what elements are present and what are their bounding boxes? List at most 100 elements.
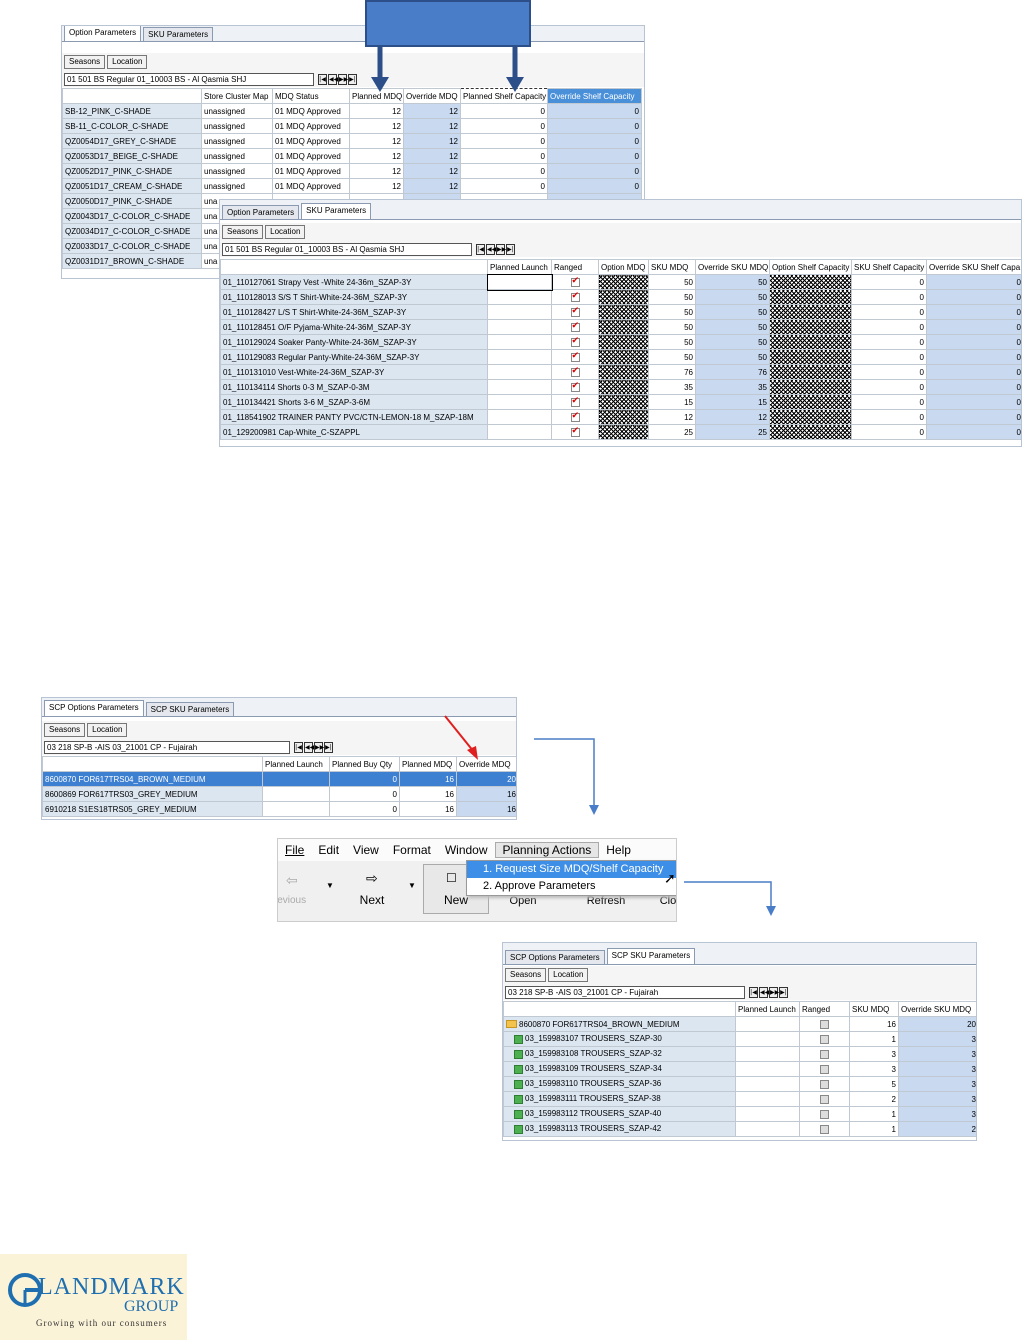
planned-launch-cell[interactable]	[486, 273, 553, 291]
ranged-cell[interactable]	[551, 304, 599, 320]
override-sku-mdq-cell[interactable]: 50	[695, 274, 770, 290]
override-sku-shelf-capacity-cell[interactable]: 0	[926, 349, 1021, 365]
ranged-cell[interactable]	[551, 364, 599, 380]
table-row[interactable]: 03_159983107 TROUSERS_SZAP-30 1 3	[503, 1031, 976, 1047]
col-header[interactable]: Ranged	[551, 259, 599, 275]
override-sku-shelf-capacity-cell[interactable]: 0	[926, 424, 1021, 440]
override-sku-mdq-cell[interactable]: 2	[898, 1121, 976, 1137]
planned-launch-cell[interactable]	[735, 1121, 800, 1137]
ranged-cell[interactable]	[799, 1121, 850, 1137]
col-header[interactable]: Ranged	[799, 1001, 850, 1017]
table-row[interactable]: QZ0054D17_GREY_C-SHADE unassigned 01 MDQ A…	[62, 133, 642, 149]
chevron-down-icon[interactable]: ▼	[326, 881, 334, 890]
store-cluster-cell[interactable]: unassigned	[201, 118, 273, 134]
ranged-cell[interactable]	[799, 1046, 850, 1062]
tab-sku-parameters[interactable]: SKU Parameters	[143, 27, 214, 41]
override-sku-mdq-cell[interactable]: 20	[898, 1016, 976, 1032]
table-row[interactable]: 01_110128451 O/F Pyjama-White-24-36M_SZA…	[220, 319, 1021, 335]
override-sku-mdq-cell[interactable]: 35	[695, 379, 770, 395]
planned-launch-cell[interactable]	[487, 379, 552, 395]
location-button[interactable]: Location	[265, 225, 306, 239]
open-button[interactable]: Open	[493, 895, 553, 907]
table-row[interactable]: 01_110128013 S/S T Shirt-White-24-36M_SZ…	[220, 289, 1021, 305]
override-sku-shelf-capacity-cell[interactable]: 0	[926, 304, 1021, 320]
override-sku-mdq-cell[interactable]: 3	[898, 1106, 976, 1122]
override-mdq-cell[interactable]: 16	[456, 786, 516, 802]
override-mdq-cell[interactable]: 20	[456, 771, 516, 787]
col-header[interactable]: MDQ Status	[272, 88, 350, 104]
table-row[interactable]: 01_110127061 Strapy Vest -White 24-36m_S…	[220, 273, 1021, 291]
tab-scp-sku-parameters[interactable]: SCP SKU Parameters	[606, 948, 696, 964]
planned-launch-cell[interactable]	[735, 1016, 800, 1032]
planned-launch-cell[interactable]	[735, 1046, 800, 1062]
store-cluster-cell[interactable]: unassigned	[201, 163, 273, 179]
refresh-button[interactable]: Refresh	[576, 895, 636, 907]
tab-option-parameters[interactable]: Option Parameters	[64, 26, 142, 41]
prev-icon[interactable]: ◀◀	[328, 73, 338, 85]
menu-window[interactable]: Window	[438, 843, 495, 857]
ranged-checkbox[interactable]	[820, 1049, 829, 1059]
planned-launch-cell[interactable]	[487, 409, 552, 425]
mdq-status-cell[interactable]: 01 MDQ Approved	[272, 118, 350, 134]
ranged-checkbox[interactable]	[570, 381, 580, 392]
table-row[interactable]: 01_110131010 Vest-White-24-36M_SZAP-3Y 76…	[220, 364, 1021, 380]
location-selector[interactable]: 01 501 BS Regular 01_10003 BS - Al Qasmi…	[64, 72, 314, 86]
col-header[interactable]: Override SKU Shelf Capa	[926, 259, 1021, 275]
override-sku-shelf-capacity-cell[interactable]: 0	[926, 289, 1021, 305]
ranged-cell[interactable]	[799, 1031, 850, 1047]
override-sku-mdq-cell[interactable]: 76	[695, 364, 770, 380]
ranged-checkbox[interactable]	[820, 1034, 829, 1044]
tab-sku-parameters[interactable]: SKU Parameters	[301, 203, 372, 219]
override-sku-mdq-cell[interactable]: 12	[695, 409, 770, 425]
ranged-cell[interactable]	[551, 424, 599, 440]
folder-icon[interactable]	[506, 1020, 517, 1029]
ranged-checkbox[interactable]	[570, 306, 580, 317]
ranged-checkbox[interactable]	[570, 276, 580, 287]
ranged-checkbox[interactable]	[820, 1079, 829, 1089]
planned-launch-cell[interactable]	[735, 1076, 800, 1092]
mdq-status-cell[interactable]: 01 MDQ Approved	[272, 103, 350, 119]
ranged-cell[interactable]	[799, 1016, 850, 1032]
ranged-checkbox[interactable]	[570, 396, 580, 407]
ranged-checkbox[interactable]	[570, 336, 580, 347]
table-row[interactable]: 01_129200981 Cap-White_C-SZAPPL 2525 00	[220, 424, 1021, 440]
last-icon[interactable]: ▶|	[348, 73, 357, 85]
override-sku-shelf-capacity-cell[interactable]: 0	[926, 274, 1021, 290]
col-header[interactable]: Planned Launch	[262, 756, 330, 772]
ranged-cell[interactable]	[799, 1106, 850, 1122]
col-header[interactable]: Planned Buy Qty	[329, 756, 400, 772]
col-header[interactable]: Override Shelf Capacity	[547, 88, 642, 104]
ranged-cell[interactable]	[551, 319, 599, 335]
planned-launch-cell[interactable]	[487, 334, 552, 350]
menu-item-request-size-mdq[interactable]: 1. Request Size MDQ/Shelf Capacity	[467, 861, 676, 878]
ranged-cell[interactable]	[799, 1061, 850, 1077]
last-icon[interactable]: ▶|	[779, 986, 788, 998]
planned-launch-cell[interactable]	[487, 304, 552, 320]
ranged-cell[interactable]	[551, 289, 599, 305]
col-header[interactable]: SKU MDQ	[648, 259, 696, 275]
prev-icon[interactable]: ◀◀	[486, 243, 496, 255]
override-sku-shelf-capacity-cell[interactable]: 0	[926, 409, 1021, 425]
col-header[interactable]: Planned Launch	[487, 259, 552, 275]
col-header[interactable]: Store Cluster Map	[201, 88, 273, 104]
previous-button[interactable]: revious	[278, 895, 320, 906]
planned-launch-cell[interactable]	[487, 394, 552, 410]
close-button[interactable]: Clo	[638, 895, 676, 907]
planned-launch-cell[interactable]	[487, 349, 552, 365]
col-header[interactable]: SKU MDQ	[849, 1001, 899, 1017]
menu-edit[interactable]: Edit	[311, 843, 346, 857]
table-row[interactable]: 8600870 FOR617TRS04_BROWN_MEDIUM 16 20	[503, 1016, 976, 1032]
override-mdq-cell[interactable]: 12	[403, 133, 461, 149]
override-sku-mdq-cell[interactable]: 50	[695, 304, 770, 320]
override-shelf-capacity-cell[interactable]: 0	[547, 178, 642, 194]
col-header[interactable]: Override SKU MDQ	[898, 1001, 976, 1017]
override-shelf-capacity-cell[interactable]: 0	[547, 148, 642, 164]
location-selector[interactable]: 03 218 SP-B -AIS 03_21001 CP - Fujairah	[505, 985, 745, 999]
tab-scp-sku-parameters[interactable]: SCP SKU Parameters	[145, 702, 235, 716]
store-cluster-cell[interactable]: unassigned	[201, 178, 273, 194]
table-row[interactable]: 01_110134421 Shorts 3-6 M_SZAP-3-6M 1515 0…	[220, 394, 1021, 410]
seasons-button[interactable]: Seasons	[222, 225, 264, 239]
table-row[interactable]: 8600870 FOR617TRS04_BROWN_MEDIUM 0 16 20	[42, 771, 516, 787]
col-header[interactable]: Option Shelf Capacity	[769, 259, 852, 275]
menu-planning-actions[interactable]: Planning Actions	[494, 842, 600, 858]
